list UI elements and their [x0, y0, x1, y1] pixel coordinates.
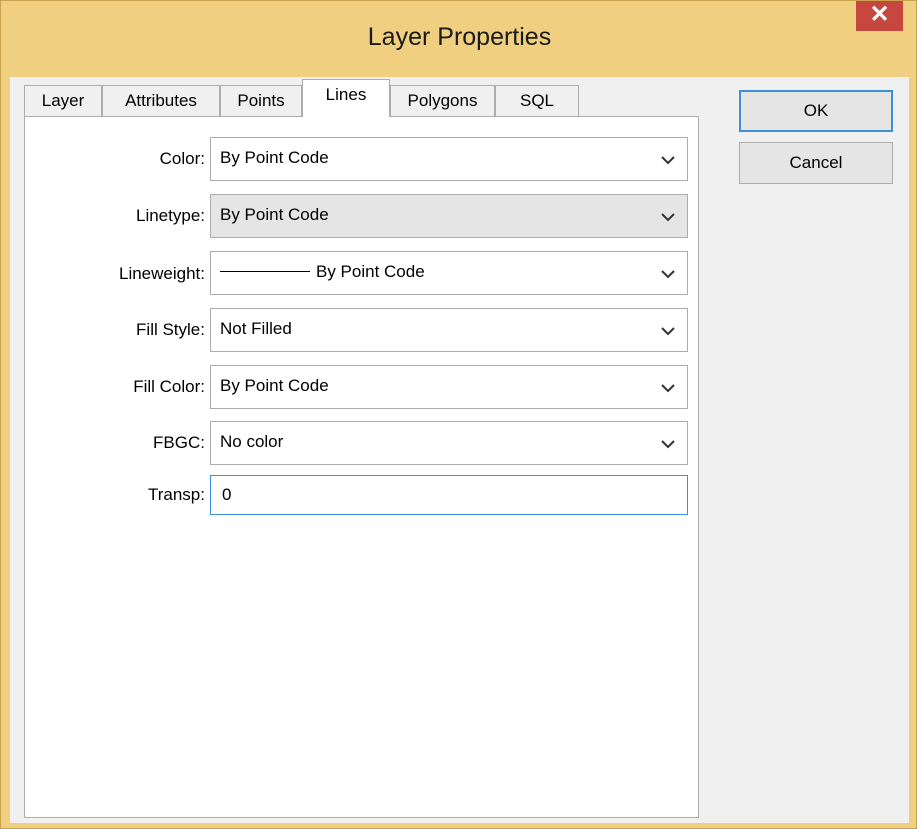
- tab-layer[interactable]: Layer: [24, 85, 102, 116]
- linetype-value: By Point Code: [220, 205, 329, 224]
- tab-lines[interactable]: Lines: [302, 79, 390, 117]
- tab-label: SQL: [519, 91, 555, 110]
- close-button[interactable]: ✕: [856, 1, 903, 31]
- tab-sql[interactable]: SQL: [495, 85, 579, 116]
- chevron-down-icon: [661, 213, 675, 222]
- transp-value: 0: [222, 485, 232, 504]
- fill-color-label: Fill Color:: [133, 377, 205, 396]
- tab-label: Lines: [325, 85, 367, 104]
- chevron-down-icon: [661, 440, 675, 449]
- chevron-down-icon: [661, 270, 675, 279]
- tab-label: Polygons: [407, 91, 478, 110]
- lineweight-value: By Point Code: [316, 262, 425, 281]
- tab-label: Attributes: [125, 91, 197, 110]
- title-bar[interactable]: Layer Properties ✕: [1, 1, 917, 77]
- dialog-window: Layer Properties ✕ Layer Attributes Poin…: [0, 0, 917, 829]
- tab-polygons[interactable]: Polygons: [390, 85, 495, 116]
- tab-label: Layer: [41, 91, 85, 110]
- fill-color-value: By Point Code: [220, 376, 329, 395]
- linetype-dropdown[interactable]: By Point Code: [210, 194, 688, 238]
- dialog-client-area: Layer Attributes Points Lines Polygons S…: [10, 77, 909, 823]
- color-value: By Point Code: [220, 148, 329, 167]
- lineweight-dropdown[interactable]: By Point Code: [210, 251, 688, 295]
- linetype-label: Linetype:: [136, 206, 205, 225]
- lines-tab-panel: Color: By Point Code Linetype: By Point …: [24, 116, 699, 818]
- tab-attributes[interactable]: Attributes: [102, 85, 220, 116]
- fill-style-label: Fill Style:: [136, 320, 205, 339]
- chevron-down-icon: [661, 327, 675, 336]
- chevron-down-icon: [661, 384, 675, 393]
- fill-style-value: Not Filled: [220, 319, 292, 338]
- cancel-button[interactable]: Cancel: [739, 142, 893, 184]
- lineweight-sample-line: [220, 271, 310, 273]
- fbgc-dropdown[interactable]: No color: [210, 421, 688, 465]
- fbgc-value: No color: [220, 432, 284, 451]
- fill-style-dropdown[interactable]: Not Filled: [210, 308, 688, 352]
- lineweight-value-wrap: By Point Code: [220, 262, 425, 282]
- fill-color-dropdown[interactable]: By Point Code: [210, 365, 688, 409]
- tab-points[interactable]: Points: [220, 85, 302, 116]
- color-dropdown[interactable]: By Point Code: [210, 137, 688, 181]
- transp-label: Transp:: [147, 485, 205, 504]
- tab-label: Points: [237, 91, 285, 110]
- color-label: Color:: [159, 149, 205, 168]
- chevron-down-icon: [661, 156, 675, 165]
- window-title: Layer Properties: [367, 23, 552, 51]
- ok-button[interactable]: OK: [739, 90, 893, 132]
- lineweight-label: Lineweight:: [118, 264, 205, 283]
- fbgc-label: FBGC:: [153, 433, 205, 452]
- close-icon: ✕: [869, 1, 890, 28]
- transp-input[interactable]: 0: [210, 475, 688, 515]
